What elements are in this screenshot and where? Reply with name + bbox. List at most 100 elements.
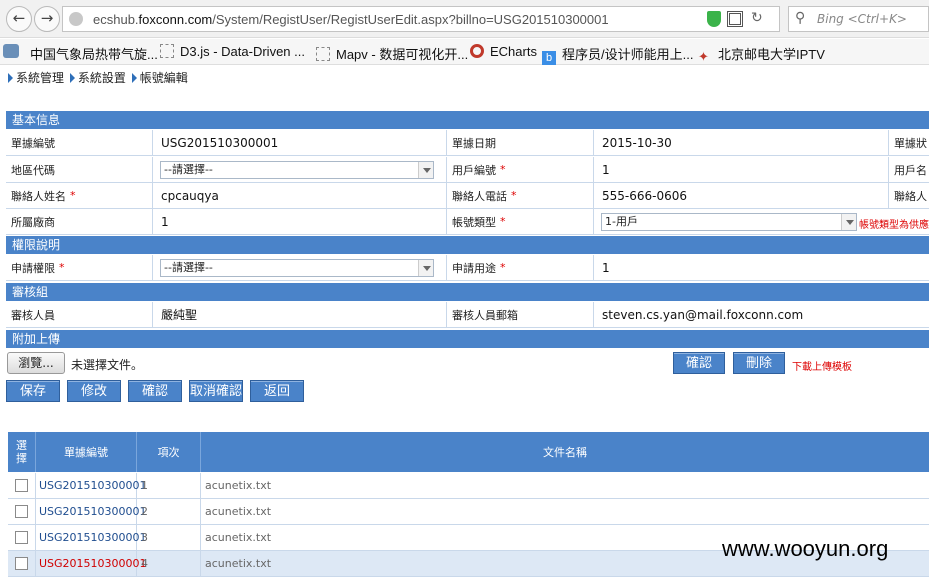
column-header: 單據編號: [36, 432, 137, 472]
save-button[interactable]: 保存: [6, 380, 60, 402]
field-label: 單據編號: [11, 136, 55, 150]
region-select[interactable]: --請選擇--: [160, 161, 434, 179]
form-row: 所屬廠商 1 帳號類型 * 1-用戶 帳號類型為供應: [6, 209, 929, 235]
user-number-value: 1: [602, 162, 610, 177]
row-checkbox[interactable]: [15, 557, 28, 570]
field-label: 聯絡人電話: [452, 189, 507, 203]
row-checkbox[interactable]: [15, 505, 28, 518]
bill-number-value: USG201510300001: [161, 135, 279, 150]
breadcrumb-item[interactable]: 系統設置: [78, 71, 126, 85]
chevron-down-icon: [418, 162, 433, 178]
bookmark-star-icon[interactable]: [3, 44, 19, 58]
watermark: www.wooyun.org: [722, 536, 889, 561]
chevron-down-icon: [841, 214, 856, 230]
bill-number-link[interactable]: USG201510300001: [36, 525, 147, 550]
download-template-link[interactable]: 下載上傳模板: [792, 358, 852, 373]
field-label: 用戶編號: [452, 163, 496, 177]
bill-number-link[interactable]: USG201510300001: [36, 551, 147, 576]
back-button[interactable]: 返回: [250, 380, 304, 402]
delete-button[interactable]: 刪除: [733, 352, 785, 374]
browse-file-button[interactable]: 瀏覽...: [7, 352, 65, 374]
account-type-note: 帳號類型為供應: [859, 220, 929, 231]
echarts-icon: [470, 44, 484, 58]
upload-row: 瀏覽... 未選擇文件。 確認 刪除 下載上傳模板: [6, 350, 929, 376]
row-checkbox[interactable]: [15, 531, 28, 544]
chevron-down-icon: [418, 260, 433, 276]
field-label: 用戶名: [894, 163, 927, 177]
page-icon: [316, 47, 330, 61]
section-review: 審核組: [6, 283, 929, 301]
field-label: 申請用途: [452, 261, 496, 275]
row-checkbox[interactable]: [15, 479, 28, 492]
edit-button[interactable]: 修改: [67, 380, 121, 402]
back-button-icon[interactable]: ←: [6, 6, 32, 32]
column-header: 選擇: [8, 432, 36, 472]
permission-select[interactable]: --請選擇--: [160, 259, 434, 277]
bookmark-item[interactable]: ECharts: [470, 44, 537, 59]
item-number: 1: [137, 473, 201, 498]
shield-icon[interactable]: [707, 11, 721, 27]
forward-button-icon[interactable]: →: [34, 6, 60, 32]
url-text: ecshub.foxconn.com/System/RegistUser/Reg…: [93, 12, 609, 27]
form-row: 單據編號 USG201510300001 單據日期 2015-10-30 單據狀: [6, 130, 929, 156]
bill-number-link[interactable]: USG201510300001: [36, 499, 147, 524]
no-file-text: 未選擇文件。: [71, 358, 144, 372]
account-type-select[interactable]: 1-用戶: [601, 213, 857, 231]
b-icon: b: [542, 51, 556, 65]
search-placeholder: Bing <Ctrl+K>: [817, 12, 907, 26]
breadcrumb-item[interactable]: 帳號編輯: [140, 71, 188, 85]
reviewer-email-value: steven.cs.yan@mail.foxconn.com: [602, 307, 804, 322]
form-row: 申請權限 * --請選擇-- 申請用途 * 1: [6, 255, 929, 281]
triangle-icon: [8, 73, 13, 83]
field-label: 單據日期: [452, 136, 496, 150]
section-basic-info: 基本信息: [6, 111, 929, 129]
triangle-icon: [69, 73, 75, 83]
form-row: 審核人員 嚴純聖 審核人員郵箱 steven.cs.yan@mail.foxco…: [6, 302, 929, 328]
refresh-icon[interactable]: ↻: [751, 10, 763, 26]
qrcode-icon[interactable]: [727, 11, 743, 27]
triangle-icon: [131, 73, 137, 83]
purpose-value: 1: [602, 260, 610, 275]
page-icon: [160, 44, 174, 58]
browser-toolbar: ← → ecshub.foxconn.com/System/RegistUser…: [0, 0, 929, 38]
bookmark-item[interactable]: b 程序员/设计师能用上...: [542, 44, 693, 65]
field-label: 地區代碼: [11, 163, 55, 177]
bill-number-link[interactable]: USG201510300001: [36, 473, 147, 498]
field-label: 所屬廠商: [11, 215, 55, 229]
file-name: acunetix.txt: [205, 479, 272, 492]
bookmark-item[interactable]: ✦ 北京邮电大学IPTV: [698, 44, 825, 64]
column-header: 項次: [137, 432, 201, 472]
file-name: acunetix.txt: [205, 505, 272, 518]
bookmark-item[interactable]: Mapv - 数据可视化开...: [316, 44, 468, 63]
cancel-confirm-button[interactable]: 取消確認: [189, 380, 243, 402]
contact-phone-value: 555-666-0606: [602, 188, 688, 203]
table-row[interactable]: USG201510300001 2 acunetix.txt: [8, 499, 929, 525]
table-row[interactable]: USG201510300001 1 acunetix.txt: [8, 473, 929, 499]
field-label: 審核人員: [11, 308, 55, 322]
field-label: 單據狀: [894, 136, 927, 150]
vendor-value: 1: [161, 214, 169, 229]
bookmark-item[interactable]: D3.js - Data-Driven ...: [160, 44, 305, 59]
form-row: 地區代碼 --請選擇-- 用戶編號 * 1 用戶名: [6, 157, 929, 183]
field-label: 聯絡人: [894, 189, 927, 203]
confirm-upload-button[interactable]: 確認: [673, 352, 725, 374]
item-number: 3: [137, 525, 201, 550]
reviewer-value: 嚴純聖: [161, 308, 198, 322]
contact-name-value: cpcauqya: [161, 188, 219, 203]
field-label: 審核人員郵箱: [452, 308, 518, 322]
field-label: 申請權限: [11, 261, 55, 275]
globe-icon: [69, 12, 83, 26]
breadcrumb-item[interactable]: 系統管理: [16, 71, 64, 85]
bookmark-item[interactable]: 中国气象局热带气旋...: [30, 44, 158, 63]
search-input[interactable]: ⚲ Bing <Ctrl+K>: [788, 6, 929, 32]
breadcrumb: 系統管理 系統設置 帳號編輯: [6, 69, 188, 86]
butterfly-icon: ✦: [698, 49, 709, 64]
search-icon: ⚲: [795, 10, 806, 26]
bill-date-value: 2015-10-30: [602, 135, 672, 150]
address-bar[interactable]: ecshub.foxconn.com/System/RegistUser/Reg…: [62, 6, 780, 32]
section-permission: 權限說明: [6, 236, 929, 254]
field-label: 聯絡人姓名: [11, 189, 66, 203]
confirm-button[interactable]: 確認: [128, 380, 182, 402]
item-number: 4: [137, 551, 201, 576]
field-label: 帳號類型: [452, 215, 496, 229]
